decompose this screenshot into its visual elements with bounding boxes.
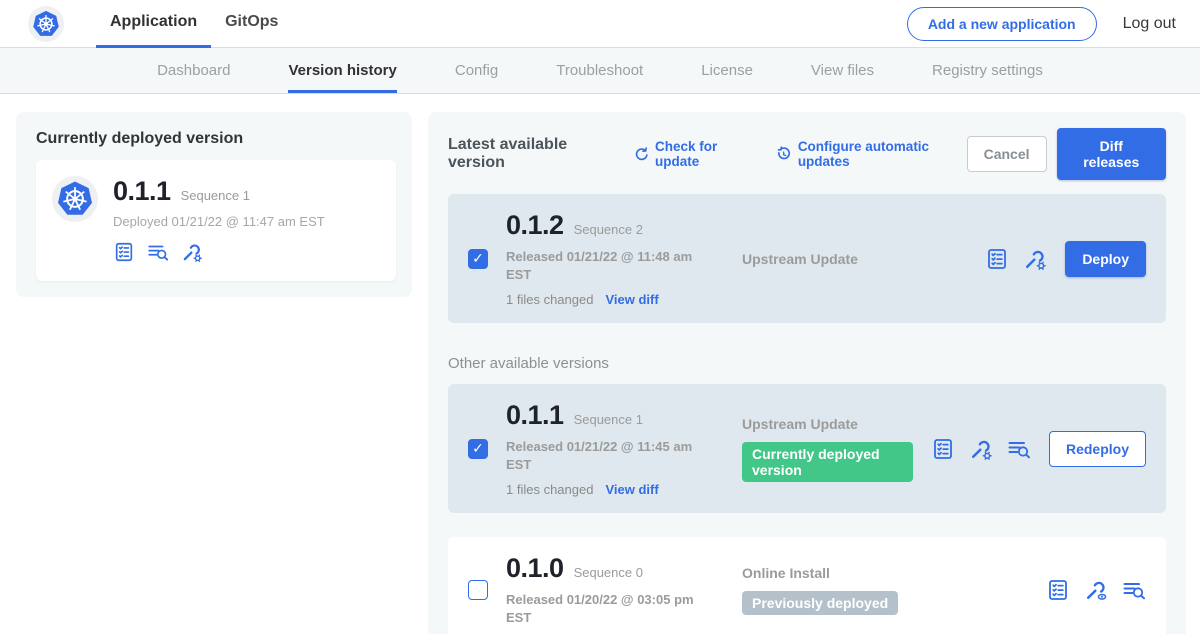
main-content: Currently deployed version 0.1 xyxy=(0,94,1200,634)
logout-button[interactable]: Log out xyxy=(1123,15,1176,33)
add-new-application-button[interactable]: Add a new application xyxy=(907,7,1097,41)
edit-config-icon[interactable] xyxy=(1023,247,1047,271)
check-icon: ✓ xyxy=(472,440,484,457)
version-row-0-1-1: ✓ 0.1.1 Sequence 1 Released 01/21/22 @ 1… xyxy=(448,384,1166,513)
version-source: Upstream Update xyxy=(742,251,967,267)
currently-deployed-panel: Currently deployed version 0.1 xyxy=(16,112,412,297)
subtab-dashboard[interactable]: Dashboard xyxy=(157,48,230,93)
deployed-timestamp: Deployed 01/21/22 @ 11:47 am EST xyxy=(113,214,325,229)
subtab-license[interactable]: License xyxy=(701,48,753,93)
previously-deployed-badge: Previously deployed xyxy=(742,591,898,615)
version-checkbox[interactable] xyxy=(468,580,488,600)
files-changed: 1 files changed xyxy=(506,482,593,497)
version-row-0-1-2: ✓ 0.1.2 Sequence 2 Released 01/21/22 @ 1… xyxy=(448,194,1166,323)
subtab-version-history[interactable]: Version history xyxy=(288,48,396,93)
check-icon: ✓ xyxy=(472,250,484,267)
version-source: Online Install xyxy=(742,565,1028,581)
subtab-troubleshoot[interactable]: Troubleshoot xyxy=(556,48,643,93)
preflight-checklist-icon[interactable] xyxy=(1046,578,1070,602)
preflight-checklist-icon[interactable] xyxy=(113,241,135,263)
app-sub-nav: Dashboard Version history Config Trouble… xyxy=(0,48,1200,94)
version-history-panel: Latest available version Check for updat… xyxy=(428,112,1186,634)
other-versions-title: Other available versions xyxy=(448,355,1166,372)
schedule-icon xyxy=(776,146,791,163)
currently-deployed-badge: Currently deployed version xyxy=(742,442,913,482)
cancel-button[interactable]: Cancel xyxy=(967,136,1047,172)
tab-gitops[interactable]: GitOps xyxy=(211,0,292,48)
top-nav: Application GitOps Add a new application… xyxy=(0,0,1200,48)
deploy-logs-icon[interactable] xyxy=(1007,437,1031,461)
subtab-view-files[interactable]: View files xyxy=(811,48,874,93)
latest-available-title: Latest available version xyxy=(448,136,612,172)
deploy-logs-icon[interactable] xyxy=(147,241,169,263)
deployed-sequence: Sequence 1 xyxy=(181,188,250,203)
refresh-icon xyxy=(634,146,649,163)
edit-config-icon[interactable] xyxy=(969,437,993,461)
check-for-update-link[interactable]: Check for update xyxy=(634,139,755,169)
deploy-button[interactable]: Deploy xyxy=(1065,241,1146,277)
tab-application[interactable]: Application xyxy=(96,0,211,48)
version-number: 0.1.1 xyxy=(506,400,564,431)
preflight-checklist-icon[interactable] xyxy=(985,247,1009,271)
version-sequence: Sequence 2 xyxy=(574,222,643,237)
version-sequence: Sequence 0 xyxy=(574,565,643,580)
version-source: Upstream Update xyxy=(742,416,913,432)
released-timestamp: Released 01/21/22 @ 11:45 am EST xyxy=(506,438,702,473)
deployed-panel-title: Currently deployed version xyxy=(36,130,396,148)
released-timestamp: Released 01/21/22 @ 11:48 am EST xyxy=(506,248,702,283)
version-checkbox[interactable]: ✓ xyxy=(468,249,488,269)
version-checkbox[interactable]: ✓ xyxy=(468,439,488,459)
version-number: 0.1.2 xyxy=(506,210,564,241)
kubernetes-logo xyxy=(28,6,64,42)
subtab-config[interactable]: Config xyxy=(455,48,498,93)
app-tabs: Application GitOps xyxy=(96,0,292,48)
files-changed: 1 files changed xyxy=(506,292,593,307)
view-diff-link[interactable]: View diff xyxy=(605,482,658,497)
kubernetes-app-icon xyxy=(52,176,98,222)
diff-releases-button[interactable]: Diff releases xyxy=(1057,128,1166,180)
released-timestamp: Released 01/20/22 @ 03:05 pm EST xyxy=(506,591,702,626)
version-number: 0.1.0 xyxy=(506,553,564,584)
deployed-version-number: 0.1.1 xyxy=(113,176,171,207)
redeploy-button[interactable]: Redeploy xyxy=(1049,431,1146,467)
version-sequence: Sequence 1 xyxy=(574,412,643,427)
view-diff-link[interactable]: View diff xyxy=(605,292,658,307)
view-config-icon[interactable] xyxy=(1084,578,1108,602)
edit-config-icon[interactable] xyxy=(181,241,203,263)
version-row-0-1-0: 0.1.0 Sequence 0 Released 01/20/22 @ 03:… xyxy=(448,537,1166,634)
deploy-logs-icon[interactable] xyxy=(1122,578,1146,602)
subtab-registry-settings[interactable]: Registry settings xyxy=(932,48,1043,93)
deployed-version-card: 0.1.1 Sequence 1 Deployed 01/21/22 @ 11:… xyxy=(36,160,396,281)
configure-automatic-updates-link[interactable]: Configure automatic updates xyxy=(776,139,966,169)
preflight-checklist-icon[interactable] xyxy=(931,437,955,461)
